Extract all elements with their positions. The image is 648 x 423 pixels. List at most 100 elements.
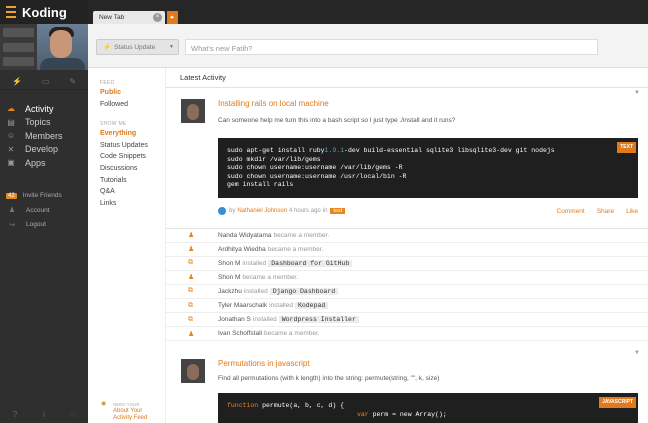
code-keyword: var bbox=[357, 410, 369, 418]
activity-feed-promo[interactable]: ◉ NEED YOUR About Your Activity Feed bbox=[101, 401, 147, 422]
user-panel bbox=[0, 24, 88, 70]
member-name[interactable]: Ivan Schoffstall bbox=[218, 330, 262, 337]
app-name[interactable]: Dashboard for GitHub bbox=[268, 259, 353, 267]
app-name[interactable]: Django Dashboard bbox=[269, 287, 339, 295]
share-button[interactable]: Share bbox=[597, 208, 614, 215]
code-type-badge: JAVASCRIPT bbox=[599, 397, 636, 408]
chat-icon[interactable]: ▭ bbox=[42, 77, 50, 86]
member-name[interactable]: Shon M bbox=[218, 260, 240, 267]
activity-verb: installed bbox=[243, 287, 268, 295]
info-icon[interactable]: i bbox=[43, 410, 45, 419]
status-update-bar: ⚡ Status Update ▼ What's new Fatih? bbox=[88, 24, 648, 68]
activity-verb: became a member. bbox=[263, 330, 320, 338]
invite-count-badge: 42 bbox=[6, 192, 17, 199]
avatar[interactable] bbox=[37, 24, 88, 70]
list-item: ⧉ Jonathan S installed Wordpress Install… bbox=[166, 313, 648, 328]
filter-code-snippets[interactable]: Code Snippets bbox=[100, 153, 165, 165]
filter-followed[interactable]: Followed bbox=[100, 101, 165, 113]
activity-verb: installed bbox=[242, 259, 267, 267]
member-name[interactable]: Jonathan S bbox=[218, 316, 251, 323]
logout-link[interactable]: ↪ Logout bbox=[0, 218, 88, 233]
help-icon[interactable]: ? bbox=[13, 410, 17, 419]
code-line: sudo apt-get install ruby1.9.1-dev build… bbox=[227, 147, 555, 154]
member-name[interactable]: Jackzhu bbox=[218, 288, 242, 295]
nav-item-apps[interactable]: ▣ Apps bbox=[0, 156, 88, 170]
filter-status-updates[interactable]: Status Updates bbox=[100, 142, 165, 154]
status-input[interactable]: What's new Fatih? bbox=[185, 39, 598, 55]
in-word: in bbox=[322, 208, 328, 214]
feed-title: Latest Activity bbox=[166, 68, 648, 88]
member-name[interactable]: Shon M bbox=[218, 274, 240, 281]
sidebar: Koding ⚡ ▭ ✎ ☁ Activity ▤ Topics ☺ Membe… bbox=[0, 0, 88, 423]
account-link[interactable]: ♟ Account bbox=[0, 203, 88, 218]
list-item: ♟ Shon M became a member. bbox=[166, 271, 648, 285]
code-line: sudo mkdir /var/lib/gems bbox=[227, 155, 321, 163]
code-snippet: TEXT sudo apt-get install ruby1.9.1-dev b… bbox=[218, 138, 638, 198]
post-avatar[interactable] bbox=[181, 359, 205, 384]
post-avatar[interactable] bbox=[181, 99, 205, 123]
filter-discussions[interactable]: Discussions bbox=[100, 165, 165, 177]
promo-line-2: Activity Feed bbox=[113, 415, 148, 421]
logout-label: Logout bbox=[26, 221, 46, 229]
author-avatar[interactable] bbox=[218, 207, 226, 215]
post-meta: by Nathaniel Johnson 4 hours ago in text… bbox=[218, 207, 638, 216]
activity-icon: ☁ bbox=[7, 104, 15, 114]
activity-feed: Latest Activity ▼ Installing rails on lo… bbox=[166, 68, 648, 423]
nav-label: Activity bbox=[25, 103, 54, 114]
nav-label: Members bbox=[25, 130, 63, 141]
code-line: perm = new Array(); bbox=[368, 410, 447, 418]
post-title[interactable]: Installing rails on local machine bbox=[218, 99, 648, 108]
filter-public[interactable]: Public bbox=[100, 89, 165, 101]
edit-icon[interactable]: ✎ bbox=[69, 77, 76, 86]
member-icon: ♟ bbox=[188, 232, 195, 240]
user-icon: ♟ bbox=[8, 207, 16, 215]
post-card: ▼ Installing rails on local machine Can … bbox=[166, 90, 648, 216]
topics-icon: ▤ bbox=[7, 117, 15, 127]
code-line: gem install rails bbox=[227, 181, 294, 188]
close-icon[interactable]: × bbox=[153, 13, 162, 22]
chevron-down-icon[interactable]: ▼ bbox=[634, 90, 640, 96]
post-time: 4 hours ago bbox=[289, 208, 321, 214]
app-name[interactable]: Kodepad bbox=[294, 302, 329, 310]
nav-item-topics[interactable]: ▤ Topics bbox=[0, 116, 88, 130]
activity-verb: installed bbox=[252, 316, 277, 324]
app-name[interactable]: Wordpress Installer bbox=[278, 316, 359, 324]
comment-button[interactable]: Comment bbox=[557, 208, 585, 215]
nav-item-develop[interactable]: ✕ Develop bbox=[0, 143, 88, 157]
nav-item-members[interactable]: ☺ Members bbox=[0, 129, 88, 143]
activity-verb: installed bbox=[269, 302, 293, 310]
nav-item-activity[interactable]: ☁ Activity bbox=[0, 102, 88, 116]
member-icon: ♟ bbox=[188, 274, 195, 282]
filter-tutorials[interactable]: Tutorials bbox=[100, 177, 165, 189]
status-type-dropdown[interactable]: ⚡ Status Update ▼ bbox=[96, 39, 179, 55]
member-name[interactable]: Ardhitya Wiedha bbox=[218, 246, 266, 253]
tab-new-tab[interactable]: New Tab × bbox=[93, 11, 165, 24]
chevron-down-icon[interactable]: ▼ bbox=[634, 350, 640, 356]
member-name[interactable]: Nanda Widyatama bbox=[218, 232, 271, 239]
filter-links[interactable]: Links bbox=[100, 200, 165, 212]
chat-bubble-icon[interactable]: ◌ bbox=[70, 410, 75, 419]
app-title: Koding bbox=[22, 4, 67, 20]
post-tag[interactable]: text bbox=[330, 208, 346, 214]
post-card: ▼ Permutations in javascript Find all pe… bbox=[166, 350, 648, 423]
apps-icon: ▣ bbox=[7, 158, 15, 168]
member-name[interactable]: Tyler Maarschalk bbox=[218, 302, 267, 309]
account-menu[interactable] bbox=[0, 24, 37, 70]
like-button[interactable]: Like bbox=[626, 208, 638, 215]
main-nav: ☁ Activity ▤ Topics ☺ Members ✕ Develop … bbox=[0, 102, 88, 170]
post-title[interactable]: Permutations in javascript bbox=[218, 359, 648, 368]
invite-friends-link[interactable]: 42 Invite Friends bbox=[0, 189, 88, 204]
list-item: ♟ Ivan Schoffstall became a member. bbox=[166, 327, 648, 342]
author-link[interactable]: Nathaniel Johnson bbox=[237, 208, 287, 214]
filter-qa[interactable]: Q&A bbox=[100, 188, 165, 200]
code-line: permute(a, b, c, d) { bbox=[258, 402, 345, 410]
add-tab-button[interactable]: ▸ bbox=[167, 11, 178, 24]
logo[interactable]: Koding bbox=[0, 0, 88, 24]
secondary-nav: 42 Invite Friends ♟ Account ↪ Logout bbox=[0, 189, 88, 233]
filter-everything[interactable]: Everything bbox=[100, 130, 165, 142]
bolt-icon[interactable]: ⚡ bbox=[12, 77, 22, 86]
invite-friends-label: Invite Friends bbox=[22, 192, 62, 200]
app-install-icon: ⧉ bbox=[188, 287, 193, 295]
chevron-down-icon: ▼ bbox=[169, 44, 174, 50]
activity-verb: became a member. bbox=[242, 273, 299, 281]
